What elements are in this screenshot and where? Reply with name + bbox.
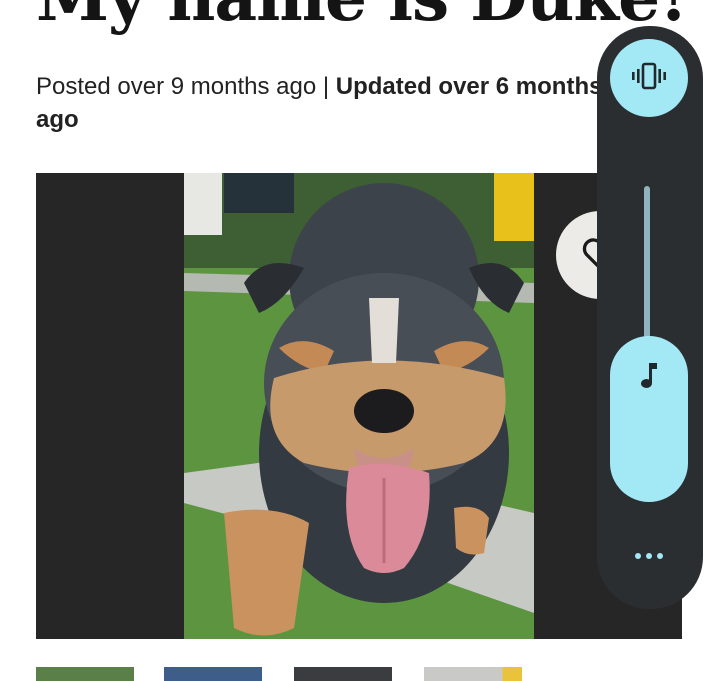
- media-volume-slider[interactable]: [610, 336, 688, 502]
- vibrate-icon: [629, 61, 669, 96]
- more-options-button[interactable]: [610, 526, 688, 586]
- more-horizontal-icon: [633, 553, 666, 559]
- post-meta: Posted over 9 months ago | Updated over …: [36, 70, 606, 136]
- dog-photo[interactable]: [184, 173, 534, 639]
- photo-viewer: [36, 173, 682, 639]
- thumbnail[interactable]: [164, 667, 262, 681]
- bulldog-image: [184, 173, 534, 639]
- ringer-mode-button[interactable]: [610, 39, 688, 117]
- thumbnail[interactable]: [424, 667, 522, 681]
- volume-panel: [597, 26, 703, 609]
- page-title: My name is Duke!: [36, 0, 688, 36]
- thumbnail[interactable]: [36, 667, 134, 681]
- posted-date: Posted over 9 months ago |: [36, 73, 336, 100]
- music-note-icon: [634, 358, 664, 397]
- thumbnail[interactable]: [294, 667, 392, 681]
- volume-slider-track[interactable]: [644, 186, 650, 358]
